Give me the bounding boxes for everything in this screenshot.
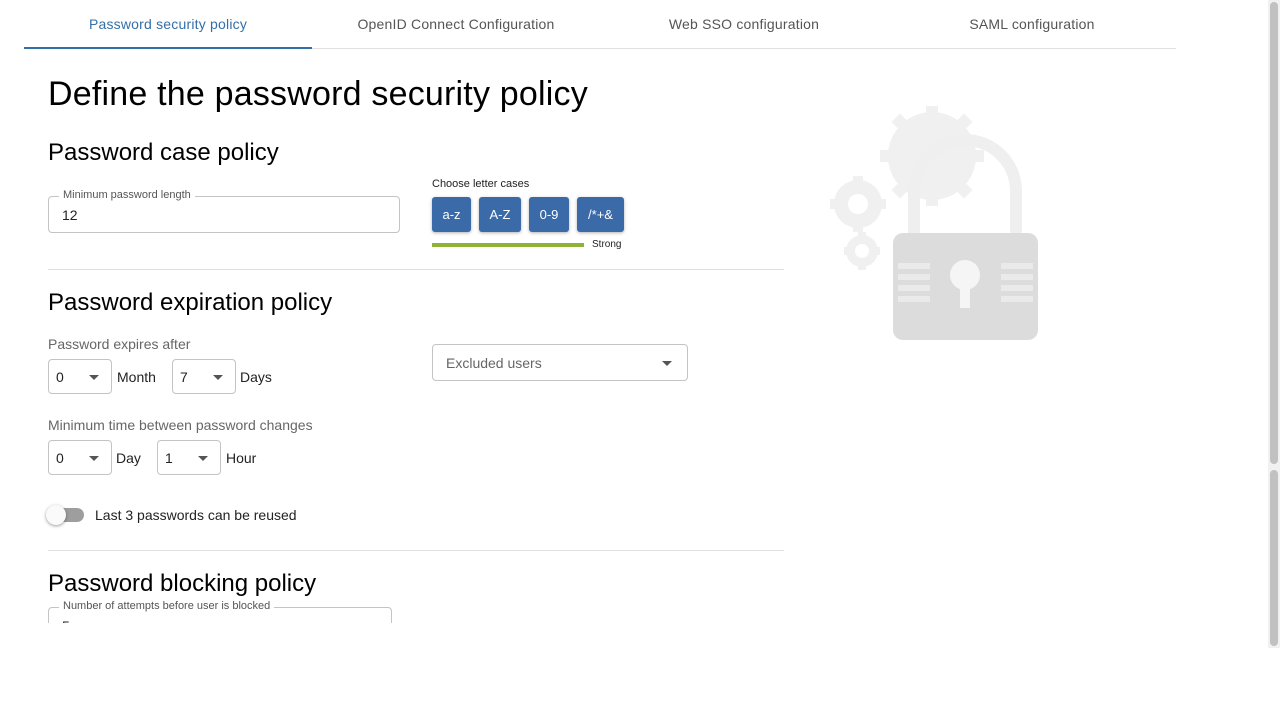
expire-days-select[interactable]: 7 <box>172 359 236 394</box>
expire-month-select[interactable]: 0 <box>48 359 112 394</box>
strength-bar <box>432 243 584 247</box>
attempts-before-block-field[interactable]: Number of attempts before user is blocke… <box>48 600 392 623</box>
blocking-policy-heading: Password blocking policy <box>48 570 317 597</box>
scrollbar-thumb[interactable] <box>1270 2 1278 464</box>
reuse-toggle[interactable] <box>46 505 84 525</box>
expire-days-value: 7 <box>180 369 188 385</box>
chevron-down-icon <box>198 456 208 461</box>
padlock-gears-icon <box>830 106 1038 340</box>
min-time-hour-value: 1 <box>165 450 173 466</box>
expires-after-label: Password expires after <box>48 336 191 352</box>
attempts-before-block-label: Number of attempts before user is blocke… <box>59 600 275 612</box>
toggle-thumb <box>46 505 66 525</box>
expire-month-value: 0 <box>56 369 64 385</box>
page-title: Define the password security policy <box>48 75 588 113</box>
digits-chip[interactable]: 0-9 <box>529 197 569 232</box>
chevron-down-icon <box>89 375 99 380</box>
days-unit-label: Days <box>240 369 272 385</box>
lowercase-chip[interactable]: a-z <box>432 197 471 232</box>
section-divider <box>48 269 784 270</box>
tab-openid-connect-configuration[interactable]: OpenID Connect Configuration <box>312 0 600 48</box>
chevron-down-icon <box>89 456 99 461</box>
section-divider <box>48 550 784 551</box>
min-time-day-value: 0 <box>56 450 64 466</box>
letter-cases-label: Choose letter cases <box>432 178 530 190</box>
min-time-label: Minimum time between password changes <box>48 417 313 433</box>
min-password-length-field[interactable]: Minimum password length 12 <box>48 189 400 233</box>
expiration-policy-heading: Password expiration policy <box>48 289 333 316</box>
strength-label: Strong <box>592 239 622 250</box>
hour-unit-label: Hour <box>226 450 257 466</box>
reuse-label: Last 3 passwords can be reused <box>95 507 297 523</box>
min-password-length-value: 12 <box>62 207 78 223</box>
day-unit-label: Day <box>116 450 141 466</box>
tab-password-security-policy[interactable]: Password security policy <box>24 0 312 49</box>
month-unit-label: Month <box>117 369 156 385</box>
scrollbar-track-segment[interactable] <box>1270 470 1278 646</box>
min-password-length-label: Minimum password length <box>59 189 195 201</box>
case-policy-heading: Password case policy <box>48 139 279 166</box>
vertical-scrollbar[interactable] <box>1268 0 1280 648</box>
chevron-down-icon <box>213 375 223 380</box>
excluded-users-select[interactable]: Excluded users <box>432 344 688 381</box>
tab-saml-configuration[interactable]: SAML configuration <box>888 0 1176 48</box>
min-time-day-select[interactable]: 0 <box>48 440 112 475</box>
attempts-before-block-value: 5 <box>62 618 70 623</box>
content-area: Define the password security policy Pass… <box>0 48 1268 623</box>
min-time-hour-select[interactable]: 1 <box>157 440 221 475</box>
special-chars-chip[interactable]: /*+& <box>577 197 624 232</box>
uppercase-chip[interactable]: A-Z <box>479 197 521 232</box>
excluded-users-placeholder: Excluded users <box>446 355 542 371</box>
tab-bar: Password security policy OpenID Connect … <box>24 0 1176 49</box>
tab-web-sso-configuration[interactable]: Web SSO configuration <box>600 0 888 48</box>
chevron-down-icon <box>662 361 672 366</box>
